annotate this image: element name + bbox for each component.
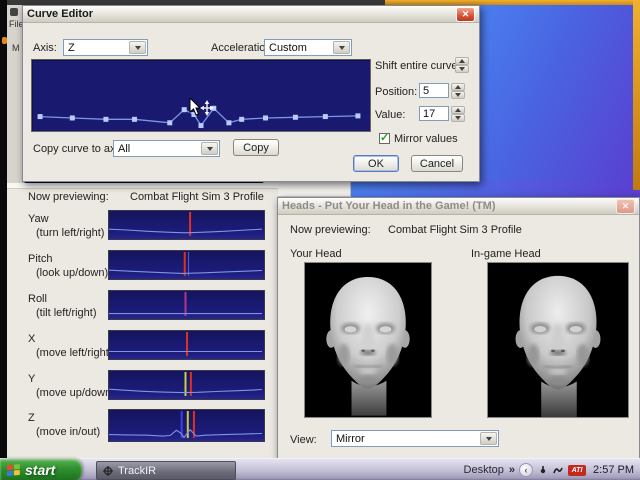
axis-row-x: X (move left/right) [7,330,278,364]
desktop-wallpaper [475,5,633,197]
trackir-logo-icon [10,8,18,16]
mirror-values-checkbox[interactable]: ✓ [379,133,390,144]
chevron-down-icon[interactable] [480,432,497,445]
view-dropdown-value: Mirror [336,433,365,445]
ingame-head-label: In-game Head [471,248,541,260]
chevron-right-icon[interactable]: » [509,464,514,476]
axis-strip-z [108,409,265,442]
trackir-task-icon [103,466,113,476]
heads-now-previewing-label: Now previewing: [290,224,371,236]
desktop-wallpaper-band [350,180,640,197]
taskbar: start TrackIR Desktop » ‹ ATI 2:57 PM [0,458,640,480]
tray-icon-dot[interactable] [538,465,548,475]
axis-strip-pitch [108,250,265,280]
ingame-head-view [487,262,629,418]
heads-window: Heads - Put Your Head in the Game! (TM) … [277,197,640,460]
taskbar-clock: 2:57 PM [593,464,634,476]
now-previewing-profile: Combat Flight Sim 3 Profile [130,191,264,203]
background-left-strip [0,0,7,458]
tray-collapse-button[interactable]: ‹ [519,463,533,477]
axis-row-pitch: Pitch (look up/down) [7,250,278,284]
windows-flag-icon [6,463,21,477]
axis-dropdown[interactable]: Z [63,39,148,56]
shift-curve-label: Shift entire curve: [375,60,461,72]
shift-curve-spinner[interactable] [455,57,469,73]
axis-strip-y [108,370,265,400]
desktop-toolbar-label: Desktop [464,464,504,476]
taskbar-task-trackir[interactable]: TrackIR [96,461,236,480]
axis-sublabel-x: (move left/right) [36,347,112,359]
spinner-up-icon[interactable] [455,57,469,65]
view-label: View: [290,434,317,446]
view-dropdown[interactable]: Mirror [331,430,499,447]
spinner-down-icon[interactable] [451,91,465,99]
now-previewing-label: Now previewing: [28,191,109,203]
axis-row-z: Z (move in/out) [7,409,278,443]
acceleration-dropdown[interactable]: Custom [264,39,352,56]
axis-row-y: Y (move up/down) [7,370,278,404]
axis-label-pitch: Pitch [28,253,52,265]
axis-strip-roll [108,290,265,320]
ok-button[interactable]: OK [353,155,399,172]
heads-profile: Combat Flight Sim 3 Profile [388,224,522,236]
tray-icon-ati[interactable]: ATI [568,465,586,476]
curve-editor-title: Curve Editor [27,8,456,20]
axis-label-roll: Roll [28,293,47,305]
axis-sublabel-z: (move in/out) [36,426,100,438]
curve-plot[interactable] [31,59,371,132]
curve-editor-dialog: Curve Editor ✕ Axis: Z Acceleration: Cus… [22,5,480,182]
spinner-down-icon[interactable] [451,114,465,122]
axis-field-label: Axis: [33,42,57,54]
value-spinner[interactable] [451,106,465,122]
system-tray: Desktop » ‹ ATI 2:57 PM [464,459,640,480]
tray-icon-naturalpoint[interactable] [553,465,563,475]
axis-label-x: X [28,333,35,345]
panel-top-edge [7,183,278,189]
axis-row-yaw: Yaw (turn left/right) [7,210,278,244]
axis-strip-yaw [108,210,265,240]
heads-window-title: Heads - Put Your Head in the Game! (TM) [282,200,616,212]
copy-axis-dropdown[interactable]: All [113,140,220,157]
spinner-up-icon[interactable] [451,83,465,91]
screen: File M St Now previewing: Combat Flight … [0,0,640,480]
axis-sublabel-y: (move up/down) [36,387,115,399]
spinner-up-icon[interactable] [451,106,465,114]
axis-label-yaw: Yaw [28,213,49,225]
axis-label-z: Z [28,412,35,424]
background-right-strip [633,0,640,190]
axis-sublabel-yaw: (turn left/right) [36,227,104,239]
spinner-down-icon[interactable] [455,65,469,73]
curve-editor-titlebar[interactable]: Curve Editor ✕ [23,6,479,23]
close-icon[interactable]: ✕ [616,199,635,214]
copy-axis-dropdown-value: All [118,143,130,155]
chevron-down-icon[interactable] [129,41,146,54]
value-field-label: Value: [375,109,405,121]
acceleration-dropdown-value: Custom [269,42,307,54]
now-previewing-panel: Now previewing: Combat Flight Sim 3 Prof… [7,183,278,458]
cancel-button[interactable]: Cancel [411,155,463,172]
checkmark-icon: ✓ [380,132,389,144]
taskbar-task-label: TrackIR [118,465,156,477]
start-button-label: start [25,462,55,478]
chevron-down-icon[interactable] [333,41,350,54]
menu-fragment: M [12,43,20,53]
start-button[interactable]: start [0,459,82,480]
copy-button[interactable]: Copy [233,139,279,156]
your-head-view [304,262,432,418]
position-field-label: Position: [375,86,417,98]
close-icon[interactable]: ✕ [456,7,475,22]
value-input[interactable] [419,106,449,121]
your-head-label: Your Head [290,248,342,260]
heads-titlebar: Heads - Put Your Head in the Game! (TM) … [278,198,639,215]
axis-row-roll: Roll (tilt left/right) [7,290,278,324]
axis-label-y: Y [28,373,35,385]
chevron-down-icon[interactable] [201,142,218,155]
axis-sublabel-roll: (tilt left/right) [36,307,97,319]
axis-sublabel-pitch: (look up/down) [36,267,108,279]
axis-strip-x [108,330,265,360]
position-spinner[interactable] [451,83,465,99]
axis-dropdown-value: Z [68,42,75,54]
mirror-values-label: Mirror values [394,133,458,145]
position-input[interactable] [419,83,449,98]
